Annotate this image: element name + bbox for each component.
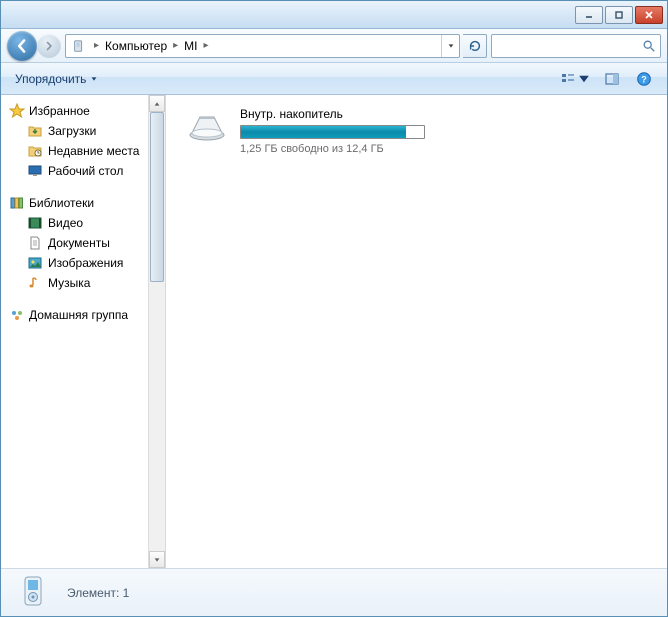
device-icon: [70, 37, 88, 55]
refresh-icon: [468, 39, 482, 53]
favorites-group: Избранное Загрузки Недавние места Рабочи…: [5, 101, 165, 181]
downloads-icon: [27, 123, 43, 139]
chevron-down-icon: [90, 75, 98, 83]
window-controls: [575, 6, 663, 24]
back-button[interactable]: [7, 31, 37, 61]
sidebar-scrollbar[interactable]: [148, 95, 165, 568]
arrow-left-icon: [15, 39, 29, 53]
capacity-fill: [241, 126, 406, 138]
file-list-pane[interactable]: Внутр. накопитель 1,25 ГБ свободно из 12…: [166, 95, 667, 568]
breadcrumb-separator[interactable]: ▸: [92, 40, 101, 51]
homegroup-label: Домашняя группа: [29, 308, 128, 322]
video-icon: [27, 215, 43, 231]
sidebar-item-downloads[interactable]: Загрузки: [5, 121, 165, 141]
view-icon: [560, 71, 576, 87]
tree-label: Документы: [48, 236, 110, 250]
favorites-header[interactable]: Избранное: [5, 101, 165, 121]
tree-label: Загрузки: [48, 124, 96, 138]
view-mode-button[interactable]: [557, 68, 595, 90]
scroll-thumb[interactable]: [150, 112, 164, 282]
content-body: Избранное Загрузки Недавние места Рабочи…: [1, 95, 667, 568]
sidebar-item-desktop[interactable]: Рабочий стол: [5, 161, 165, 181]
libraries-header[interactable]: Библиотеки: [5, 193, 165, 213]
desktop-icon: [27, 163, 43, 179]
titlebar: [1, 1, 667, 29]
chevron-down-icon: [447, 42, 455, 50]
tree-label: Рабочий стол: [48, 164, 123, 178]
scroll-up-button[interactable]: [149, 95, 165, 112]
preview-pane-button[interactable]: [597, 68, 627, 90]
drive-icon: [186, 107, 228, 143]
preview-pane-icon: [604, 71, 620, 87]
tree-label: Видео: [48, 216, 83, 230]
organize-label: Упорядочить: [15, 72, 86, 86]
address-bar[interactable]: ▸ Компьютер ▸ MI ▸: [65, 34, 460, 58]
music-icon: [27, 275, 43, 291]
favorites-label: Избранное: [29, 104, 90, 118]
drive-free-text: 1,25 ГБ свободно из 12,4 ГБ: [240, 143, 430, 155]
drive-name: Внутр. накопитель: [240, 107, 430, 121]
toolbar-right-group: ?: [557, 68, 659, 90]
star-icon: [9, 103, 25, 119]
breadcrumb-separator[interactable]: ▸: [202, 40, 211, 51]
navigation-bar: ▸ Компьютер ▸ MI ▸: [1, 29, 667, 63]
maximize-button[interactable]: [605, 6, 633, 24]
pictures-icon: [27, 255, 43, 271]
tree-label: Недавние места: [48, 144, 139, 158]
sidebar-item-music[interactable]: Музыка: [5, 273, 165, 293]
homegroup-icon: [9, 307, 25, 323]
tree-label: Музыка: [48, 276, 90, 290]
navigation-pane: Избранное Загрузки Недавние места Рабочи…: [1, 95, 166, 568]
status-bar: Элемент: 1: [1, 568, 667, 616]
status-device-icon: [13, 573, 53, 613]
search-icon: [642, 39, 656, 53]
capacity-bar: [240, 125, 425, 139]
recent-icon: [27, 143, 43, 159]
organize-button[interactable]: Упорядочить: [9, 68, 104, 90]
address-dropdown[interactable]: [441, 35, 459, 57]
sidebar-item-video[interactable]: Видео: [5, 213, 165, 233]
drive-item[interactable]: Внутр. накопитель 1,25 ГБ свободно из 12…: [186, 107, 647, 155]
breadcrumb-computer[interactable]: Компьютер: [101, 39, 171, 53]
scroll-down-button[interactable]: [149, 551, 165, 568]
refresh-button[interactable]: [463, 34, 487, 58]
chevron-down-icon: [576, 71, 592, 87]
help-icon: ?: [636, 71, 652, 87]
scroll-track[interactable]: [149, 112, 165, 551]
forward-button[interactable]: [37, 34, 61, 58]
documents-icon: [27, 235, 43, 251]
minimize-button[interactable]: [575, 6, 603, 24]
homegroup-header[interactable]: Домашняя группа: [5, 305, 165, 325]
status-text: Элемент: 1: [67, 586, 129, 600]
libraries-icon: [9, 195, 25, 211]
libraries-group: Библиотеки Видео Документы Изображения М…: [5, 193, 165, 293]
breadcrumb-separator[interactable]: ▸: [171, 40, 180, 51]
libraries-label: Библиотеки: [29, 196, 94, 210]
breadcrumb-mi[interactable]: MI: [180, 39, 201, 53]
explorer-window: ▸ Компьютер ▸ MI ▸ Упорядочить: [0, 0, 668, 617]
close-button[interactable]: [635, 6, 663, 24]
sidebar-item-documents[interactable]: Документы: [5, 233, 165, 253]
tree-label: Изображения: [48, 256, 123, 270]
homegroup-group: Домашняя группа: [5, 305, 165, 325]
search-input[interactable]: [491, 34, 661, 58]
svg-text:?: ?: [641, 74, 647, 84]
drive-info: Внутр. накопитель 1,25 ГБ свободно из 12…: [240, 107, 430, 155]
sidebar-item-pictures[interactable]: Изображения: [5, 253, 165, 273]
sidebar-item-recent[interactable]: Недавние места: [5, 141, 165, 161]
toolbar: Упорядочить ?: [1, 63, 667, 95]
help-button[interactable]: ?: [629, 68, 659, 90]
arrow-right-icon: [44, 41, 54, 51]
